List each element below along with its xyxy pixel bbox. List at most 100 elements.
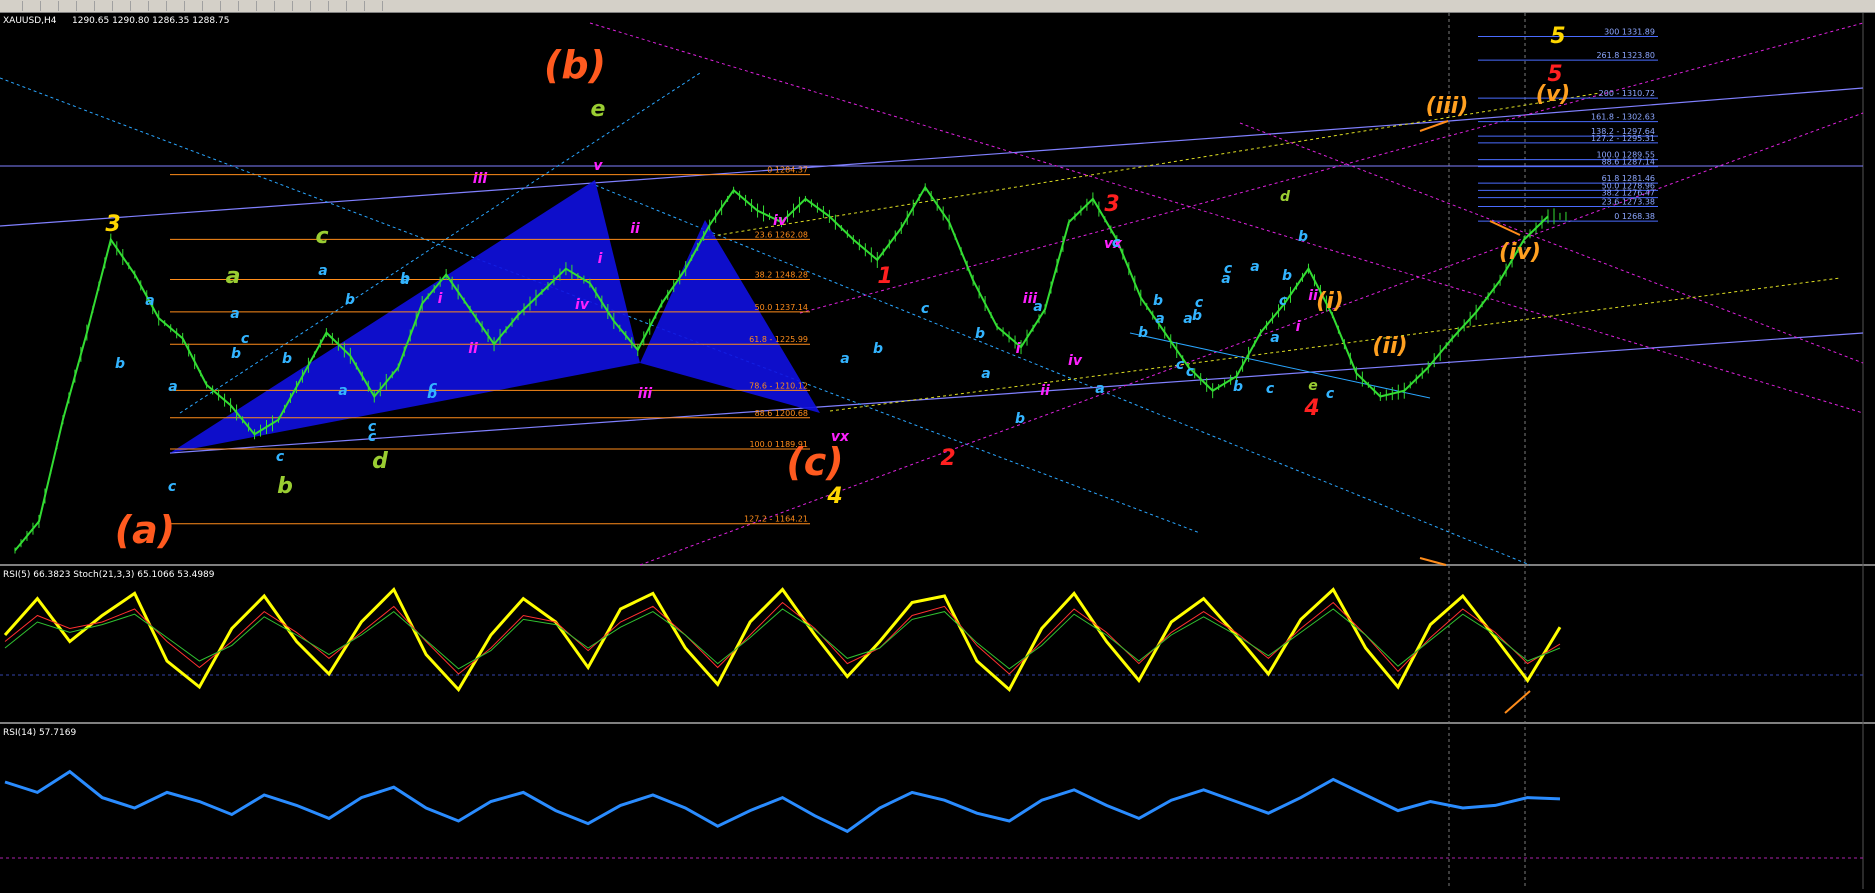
wave-label: iv xyxy=(773,213,788,229)
fib-level-label: 88.6 1287.14 xyxy=(1602,158,1655,167)
toolbar-button-text[interactable] xyxy=(134,1,149,11)
fib-level-label: 23.6 1273.38 xyxy=(1602,198,1655,207)
wave-label: e xyxy=(591,97,606,122)
small-wave-letter: c xyxy=(921,301,930,317)
wave-label: 1 xyxy=(877,264,892,289)
wave-label: vx xyxy=(831,429,850,445)
fib-level-label: 50.0 1237.14 xyxy=(755,303,808,312)
ohlc-readout: 1290.65 1290.80 1286.35 1288.75 xyxy=(72,16,229,26)
wave-label: (a) xyxy=(115,508,175,552)
small-wave-letter: a xyxy=(840,351,849,367)
fib-level-label: 88.6 1200.68 xyxy=(755,409,808,418)
small-wave-letter: a xyxy=(338,383,347,399)
rsi-stoch-panel[interactable] xyxy=(0,567,1875,722)
small-wave-letter: a xyxy=(400,272,409,288)
small-wave-letter: a xyxy=(1155,311,1164,327)
small-wave-letter: c xyxy=(168,479,177,495)
toolbar-button-mn[interactable] xyxy=(368,1,383,11)
small-wave-letter: a xyxy=(230,306,239,322)
rsi-stoch-label: RSI(5) 66.3823 Stoch(21,3,3) 65.1066 53.… xyxy=(3,570,215,580)
small-wave-letter: a xyxy=(318,263,327,279)
wave-label: i xyxy=(1016,341,1021,357)
wave-label: 5 xyxy=(1550,24,1565,49)
toolbar-button-m15[interactable] xyxy=(260,1,275,11)
chart-canvas[interactable]: XAUUSD,H4 1290.65 1290.80 1286.35 1288.7… xyxy=(0,13,1875,889)
small-wave-letter: b xyxy=(115,356,125,372)
small-wave-letter: a xyxy=(1095,381,1104,397)
small-wave-letter: b xyxy=(345,292,355,308)
wave-label: e xyxy=(1308,378,1318,394)
small-wave-letter: c xyxy=(368,419,377,435)
small-wave-letter: a xyxy=(1250,259,1259,275)
fib-level-label: 261.8 1323.80 xyxy=(1596,51,1655,60)
wave-label: (i) xyxy=(1316,289,1344,314)
fib-level-label: 200 - 1310.72 xyxy=(1599,89,1655,98)
toolbar-button-d1[interactable] xyxy=(332,1,347,11)
rsi14-panel[interactable] xyxy=(0,725,1875,889)
wave-label: (v) xyxy=(1536,82,1570,107)
small-wave-letter: b xyxy=(873,341,883,357)
wave-label: iv xyxy=(575,297,590,313)
toolbar-button-zoom-out[interactable] xyxy=(170,1,185,11)
toolbar-button-arrow[interactable] xyxy=(8,1,23,11)
small-wave-letter: a xyxy=(168,379,177,395)
toolbar xyxy=(0,0,1875,13)
small-wave-letter: b xyxy=(1138,325,1148,341)
toolbar-button-h4[interactable] xyxy=(314,1,329,11)
wave-label: ii xyxy=(1040,383,1050,399)
fib-level-label: 78.6 - 1210.12 xyxy=(749,381,808,390)
wave-label: 3 xyxy=(105,212,120,237)
fib-level-label: 38.2 1248.28 xyxy=(755,270,808,279)
small-wave-letter: b xyxy=(1233,379,1243,395)
toolbar-button-h1[interactable] xyxy=(296,1,311,11)
wave-label: 4 xyxy=(826,484,842,509)
wave-label: 2 xyxy=(940,446,955,471)
toolbar-button-hline[interactable] xyxy=(62,1,77,11)
toolbar-button-indicators[interactable] xyxy=(206,1,221,11)
fib-level-label: 0 1284.37 xyxy=(767,166,808,175)
small-wave-letter: b xyxy=(231,346,241,362)
toolbar-button-m30[interactable] xyxy=(278,1,293,11)
wave-label: (c) xyxy=(786,440,843,484)
fib-level-label: 38.2 1276.47 xyxy=(1602,189,1655,198)
small-wave-letter: b xyxy=(1153,293,1163,309)
wave-label: i xyxy=(438,291,443,307)
small-wave-letter: c xyxy=(1326,386,1335,402)
chart-stage: XAUUSD,H4 1290.65 1290.80 1286.35 1288.7… xyxy=(0,13,1875,889)
toolbar-button-m1[interactable] xyxy=(224,1,239,11)
fib-level-label: 127.2 - 1164.21 xyxy=(744,515,808,524)
small-wave-letter: c xyxy=(429,379,438,395)
wave-label: d xyxy=(372,449,388,474)
wave-label: i xyxy=(1296,319,1301,335)
fib-level-label: 127.2 - 1295.31 xyxy=(1591,134,1655,143)
toolbar-button-trendline[interactable] xyxy=(80,1,95,11)
wave-label: ii xyxy=(468,341,478,357)
small-wave-letter: b xyxy=(1298,229,1308,245)
toolbar-button-fibo[interactable] xyxy=(116,1,131,11)
toolbar-button-w1[interactable] xyxy=(350,1,365,11)
wave-label: iv xyxy=(1068,353,1083,369)
toolbar-button-vline[interactable] xyxy=(44,1,59,11)
small-wave-letter: a xyxy=(1270,330,1279,346)
toolbar-button-zoom-in[interactable] xyxy=(152,1,167,11)
small-wave-letter: b xyxy=(282,351,292,367)
wave-label: a xyxy=(226,264,241,289)
fib-level-label: 0 1268.38 xyxy=(1614,212,1655,221)
toolbar-button-crosshair[interactable] xyxy=(26,1,41,11)
wave-label: c xyxy=(315,224,328,249)
small-wave-letter: c xyxy=(1195,295,1204,311)
small-wave-letter: c xyxy=(1176,357,1185,373)
small-wave-letter: c xyxy=(1224,261,1233,277)
wave-label: (b) xyxy=(544,43,606,87)
toolbar-button-new-chart[interactable] xyxy=(188,1,203,11)
wave-label: v xyxy=(593,158,603,174)
toolbar-button-m5[interactable] xyxy=(242,1,257,11)
small-wave-letter: a xyxy=(1183,311,1192,327)
wave-label: (iv) xyxy=(1499,240,1541,265)
fib-level-label: 161.8 - 1302.63 xyxy=(1591,113,1655,122)
symbol-label: XAUUSD,H4 xyxy=(3,16,57,26)
wave-label: (iii) xyxy=(1426,94,1469,119)
small-wave-letter: b xyxy=(1282,268,1292,284)
small-wave-letter: c xyxy=(1112,235,1121,251)
toolbar-button-channel[interactable] xyxy=(98,1,113,11)
